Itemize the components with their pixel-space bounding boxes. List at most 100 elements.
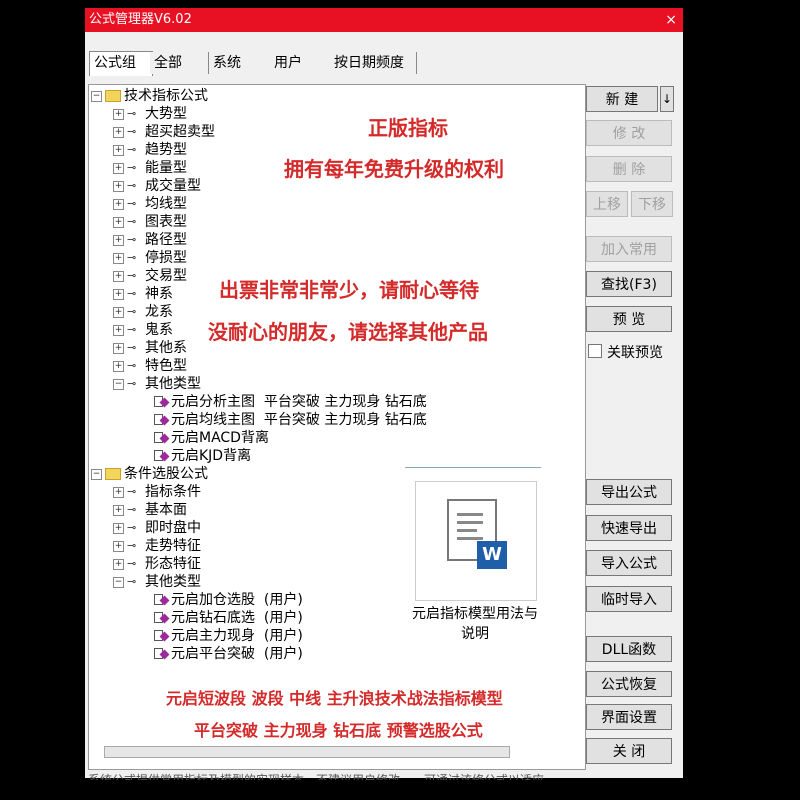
- import-formula-button[interactable]: 导入公式: [586, 550, 672, 576]
- formula-item[interactable]: 元启MACD背离: [153, 429, 269, 447]
- expand-icon[interactable]: +: [113, 144, 124, 156]
- tab-by-date-frequency[interactable]: 按日期频度: [330, 52, 417, 74]
- tab-system[interactable]: 系统: [209, 52, 272, 74]
- dll-function-button[interactable]: DLL函数: [586, 636, 672, 662]
- expand-icon[interactable]: +: [113, 486, 124, 498]
- expand-icon[interactable]: +: [113, 234, 124, 246]
- formula-item[interactable]: 元启加仓选股 (用户): [153, 591, 303, 609]
- expand-icon[interactable]: +: [113, 342, 124, 354]
- expand-icon[interactable]: +: [113, 288, 124, 300]
- quick-export-button[interactable]: 快速导出: [586, 515, 672, 541]
- formula-icon: [153, 647, 171, 661]
- move-down-button[interactable]: 下移: [631, 191, 673, 217]
- export-formula-button[interactable]: 导出公式: [586, 479, 672, 505]
- expand-icon[interactable]: +: [113, 108, 124, 120]
- expand-icon[interactable]: +: [113, 522, 124, 534]
- tree-item[interactable]: + ⊸ 超买超卖型: [113, 123, 215, 141]
- expand-icon[interactable]: +: [113, 360, 124, 372]
- formula-item[interactable]: 元启钻石底选 (用户): [153, 609, 303, 627]
- expand-icon[interactable]: +: [113, 252, 124, 264]
- key-icon: ⊸: [127, 269, 137, 282]
- key-icon: ⊸: [127, 305, 137, 318]
- promo-line-6: 平台突破 主力现身 钻石底 预警选股公式: [194, 721, 483, 740]
- formula-item[interactable]: 元启平台突破 (用户): [153, 645, 303, 663]
- document-caption[interactable]: 元启指标模型用法与说明: [410, 604, 540, 644]
- expand-icon[interactable]: +: [113, 180, 124, 192]
- tree-item[interactable]: + ⊸ 其他系: [113, 339, 187, 357]
- horizontal-scrollbar[interactable]: [104, 746, 510, 758]
- word-document-icon[interactable]: W: [415, 481, 537, 601]
- formula-item[interactable]: 元启均线主图 平台突破 主力现身 钻石底: [153, 411, 427, 429]
- find-button[interactable]: 查找(F3): [586, 271, 672, 297]
- tree-item[interactable]: + ⊸ 成交量型: [113, 177, 201, 195]
- tree-item[interactable]: + ⊸ 路径型: [113, 231, 187, 249]
- tree-item[interactable]: + ⊸ 大势型: [113, 105, 187, 123]
- key-icon: ⊸: [127, 107, 137, 120]
- tree-item[interactable]: + ⊸ 走势特征: [113, 537, 201, 555]
- formula-restore-button[interactable]: 公式恢复: [586, 671, 672, 697]
- formula-item[interactable]: 元启KJD背离: [153, 447, 251, 465]
- tree-item[interactable]: + ⊸ 图表型: [113, 213, 187, 231]
- tree-item[interactable]: + ⊸ 神系: [113, 285, 173, 303]
- tree-item[interactable]: + ⊸ 基本面: [113, 501, 187, 519]
- preview-button[interactable]: 预 览: [586, 306, 672, 332]
- key-icon: ⊸: [127, 233, 137, 246]
- key-icon: ⊸: [127, 161, 137, 174]
- tree-item[interactable]: + ⊸ 能量型: [113, 159, 187, 177]
- key-icon: ⊸: [127, 143, 137, 156]
- formula-item[interactable]: 元启分析主图 平台突破 主力现身 钻石底: [153, 393, 427, 411]
- tree-group-stock-selection[interactable]: − 条件选股公式: [91, 465, 208, 483]
- expand-icon[interactable]: +: [113, 126, 124, 138]
- tree-item[interactable]: + ⊸ 指标条件: [113, 483, 201, 501]
- tab-all[interactable]: 全部: [150, 52, 209, 74]
- add-to-common-button[interactable]: 加入常用: [586, 236, 672, 262]
- tree-item[interactable]: + ⊸ 龙系: [113, 303, 173, 321]
- key-icon: ⊸: [127, 323, 137, 336]
- modify-button[interactable]: 修 改: [586, 120, 672, 146]
- status-text: 系统公式提供常用指标及模型的实现样本，不建议用户修改……可通过该修公式以适应: [88, 773, 545, 780]
- move-up-button[interactable]: 上移: [586, 191, 628, 217]
- collapse-icon[interactable]: −: [91, 468, 102, 480]
- expand-icon[interactable]: +: [113, 540, 124, 552]
- tree-item[interactable]: − ⊸ 其他类型: [113, 375, 201, 393]
- tree-item[interactable]: + ⊸ 形态特征: [113, 555, 201, 573]
- close-button[interactable]: 关 闭: [586, 738, 672, 764]
- new-dropdown-arrow-icon[interactable]: ↓: [660, 86, 674, 112]
- formula-icon: [153, 593, 171, 607]
- expand-icon[interactable]: +: [113, 198, 124, 210]
- tree-item[interactable]: + ⊸ 鬼系: [113, 321, 173, 339]
- tree-item[interactable]: + ⊸ 趋势型: [113, 141, 187, 159]
- tab-formula-group[interactable]: 公式组: [89, 51, 153, 76]
- expand-icon[interactable]: +: [113, 504, 124, 516]
- expand-icon[interactable]: +: [113, 306, 124, 318]
- key-icon: ⊸: [127, 179, 137, 192]
- tree-item[interactable]: + ⊸ 停损型: [113, 249, 187, 267]
- link-preview-checkbox[interactable]: [588, 344, 602, 358]
- tree-item[interactable]: + ⊸ 特色型: [113, 357, 187, 375]
- collapse-icon[interactable]: −: [113, 576, 124, 588]
- expand-icon[interactable]: +: [113, 216, 124, 228]
- new-button[interactable]: 新 建: [586, 86, 658, 112]
- formula-item[interactable]: 元启主力现身 (用户): [153, 627, 303, 645]
- tab-user[interactable]: 用户: [270, 52, 333, 74]
- tree-item[interactable]: + ⊸ 交易型: [113, 267, 187, 285]
- collapse-icon[interactable]: −: [113, 378, 124, 390]
- expand-icon[interactable]: +: [113, 558, 124, 570]
- close-window-icon[interactable]: ×: [665, 8, 677, 32]
- key-icon: ⊸: [127, 359, 137, 372]
- tree-item[interactable]: + ⊸ 均线型: [113, 195, 187, 213]
- expand-icon[interactable]: +: [113, 162, 124, 174]
- key-icon: ⊸: [127, 341, 137, 354]
- temp-import-button[interactable]: 临时导入: [586, 586, 672, 612]
- tree-item[interactable]: − ⊸ 其他类型: [113, 573, 201, 591]
- promo-line-5: 元启短波段 波段 中线 主升浪技术战法指标模型: [166, 689, 503, 708]
- tree-item[interactable]: + ⊸ 即时盘中: [113, 519, 201, 537]
- key-icon: ⊸: [127, 377, 137, 390]
- key-icon: ⊸: [127, 287, 137, 300]
- delete-button[interactable]: 删 除: [586, 156, 672, 182]
- expand-icon[interactable]: +: [113, 324, 124, 336]
- tree-group-technical-indicators[interactable]: − 技术指标公式: [91, 87, 208, 105]
- ui-settings-button[interactable]: 界面设置: [586, 704, 672, 730]
- collapse-icon[interactable]: −: [91, 90, 102, 102]
- expand-icon[interactable]: +: [113, 270, 124, 282]
